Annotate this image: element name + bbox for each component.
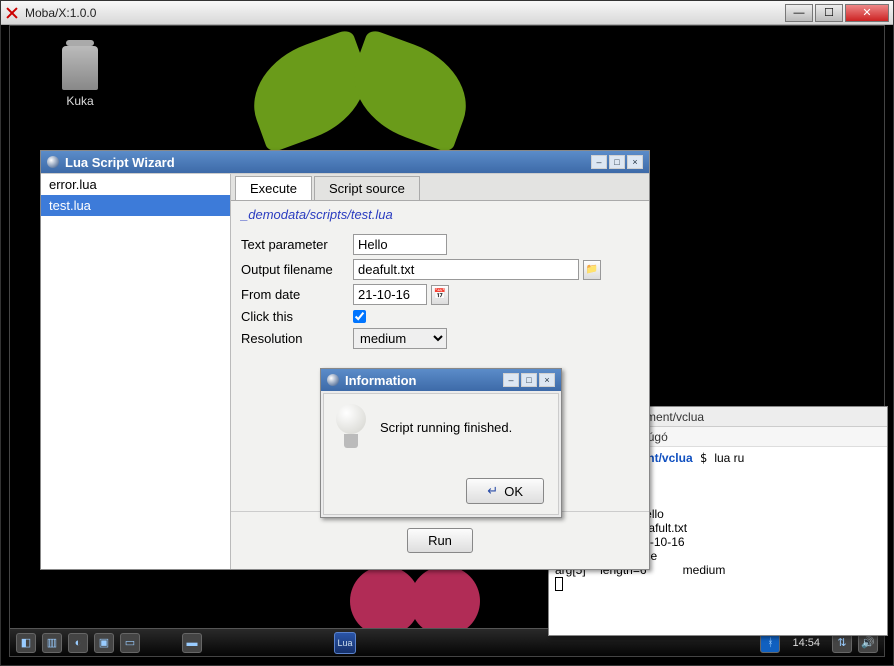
x11-icon [5, 6, 19, 20]
click-this-label: Click this [241, 309, 353, 324]
text-param-label: Text parameter [241, 237, 353, 252]
taskbar-filemanager-icon[interactable]: ▥ [42, 633, 62, 653]
tab-execute[interactable]: Execute [235, 176, 312, 200]
wallpaper-berry-icon [410, 566, 480, 636]
info-close-button[interactable]: × [539, 373, 555, 387]
wallpaper-leaf-icon [338, 28, 482, 154]
info-title: Information [345, 373, 501, 388]
outer-maximize-button[interactable]: ☐ [815, 4, 843, 22]
taskbar-app-icon[interactable]: ▬ [182, 633, 202, 653]
info-body: Script running finished. ↵ OK [323, 393, 559, 515]
lua-icon: Lua [337, 638, 352, 648]
wizard-form: Text parameter Output filename 📁 From da… [231, 228, 649, 359]
desktop-trash-icon[interactable]: Kuka [50, 46, 110, 108]
taskbar-lua-task[interactable]: Lua [334, 632, 356, 654]
wizard-script-list[interactable]: error.lua test.lua [41, 174, 231, 569]
info-app-icon [327, 374, 339, 386]
run-button[interactable]: Run [407, 528, 473, 553]
taskbar-browser-icon[interactable]: ◐ [68, 633, 88, 653]
resolution-label: Resolution [241, 331, 353, 346]
trash-label: Kuka [50, 94, 110, 108]
script-path-label: _demodata/scripts/test.lua [231, 201, 649, 228]
wizard-tabs: Execute Script source [231, 174, 649, 201]
script-list-item-selected[interactable]: test.lua [41, 195, 230, 216]
taskbar-desktop-icon[interactable]: ▭ [120, 633, 140, 653]
run-button-label: Run [428, 533, 452, 548]
folder-icon: 📁 [586, 264, 598, 275]
info-titlebar[interactable]: Information – □ × [321, 369, 561, 391]
outer-window-title: Moba/X:1.0.0 [25, 6, 783, 20]
outer-window: Moba/X:1.0.0 — ☐ ✕ Kuka errypi: ~/Develo… [0, 0, 894, 666]
wizard-app-icon [47, 156, 59, 168]
outer-minimize-button[interactable]: — [785, 4, 813, 22]
return-icon: ↵ [487, 483, 498, 499]
text-param-input[interactable] [353, 234, 447, 255]
terminal-cursor-icon [555, 577, 563, 591]
info-ok-label: OK [504, 484, 523, 499]
info-minimize-button[interactable]: – [503, 373, 519, 387]
click-this-checkbox[interactable] [353, 310, 366, 323]
output-filename-label: Output filename [241, 262, 353, 277]
file-browse-button[interactable]: 📁 [583, 260, 601, 280]
outer-titlebar[interactable]: Moba/X:1.0.0 — ☐ ✕ [1, 1, 893, 25]
info-dialog[interactable]: Information – □ × Script running finishe… [320, 368, 562, 518]
trash-icon [62, 46, 98, 90]
resolution-select[interactable]: medium [353, 328, 447, 349]
script-list-item[interactable]: error.lua [41, 174, 230, 195]
wizard-minimize-button[interactable]: – [591, 155, 607, 169]
wizard-titlebar[interactable]: Lua Script Wizard – □ × [41, 151, 649, 173]
lightbulb-icon [334, 404, 368, 450]
outer-close-button[interactable]: ✕ [845, 4, 889, 22]
taskbar-terminal-icon[interactable]: ▣ [94, 633, 114, 653]
tab-script-source[interactable]: Script source [314, 176, 420, 200]
info-message: Script running finished. [380, 420, 512, 435]
taskbar-clock[interactable]: 14:54 [792, 637, 820, 649]
output-filename-input[interactable] [353, 259, 579, 280]
from-date-label: From date [241, 287, 353, 302]
info-maximize-button[interactable]: □ [521, 373, 537, 387]
terminal-command: lua ru [714, 451, 744, 465]
date-picker-button[interactable]: 📅 [431, 285, 449, 305]
wizard-title: Lua Script Wizard [65, 155, 589, 170]
wizard-maximize-button[interactable]: □ [609, 155, 625, 169]
wizard-close-button[interactable]: × [627, 155, 643, 169]
from-date-input[interactable] [353, 284, 427, 305]
x-desktop[interactable]: Kuka errypi: ~/Development/vclua ztés La… [9, 25, 885, 657]
info-ok-button[interactable]: ↵ OK [466, 478, 544, 504]
start-menu-button[interactable]: ◧ [16, 633, 36, 653]
calendar-icon: 📅 [434, 289, 446, 300]
